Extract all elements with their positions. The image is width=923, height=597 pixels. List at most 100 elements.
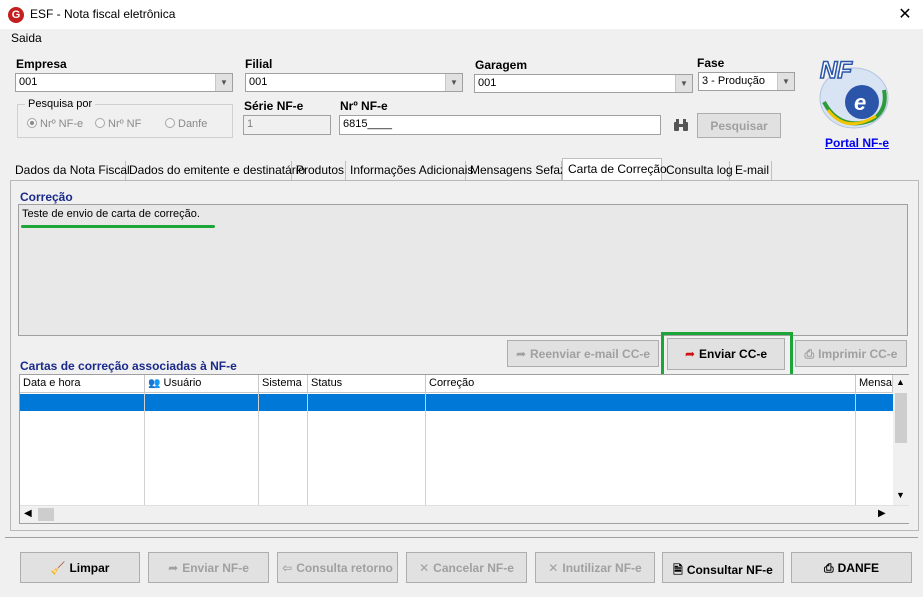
filial-value: 001 bbox=[249, 76, 268, 88]
scroll-right-icon[interactable]: ▶ bbox=[878, 508, 886, 519]
app-icon: G bbox=[8, 7, 24, 23]
column-divider bbox=[144, 393, 145, 505]
menu-bar: Saida bbox=[0, 30, 923, 48]
scroll-left-icon[interactable]: ◀ bbox=[24, 508, 32, 519]
enviar-highlight bbox=[661, 332, 793, 377]
printer-icon: ⎙ bbox=[824, 561, 834, 575]
empresa-select[interactable]: 001 ▼ bbox=[15, 73, 233, 92]
column-divider bbox=[307, 393, 308, 505]
column-divider bbox=[258, 393, 259, 505]
svg-text:e: e bbox=[854, 90, 866, 115]
tab-email[interactable]: E-mail bbox=[730, 161, 772, 180]
garagem-value: 001 bbox=[478, 77, 497, 89]
chevron-down-icon[interactable]: ▼ bbox=[675, 75, 692, 92]
radio-nf[interactable]: Nrº NF bbox=[95, 118, 141, 130]
pesquisar-button[interactable]: Pesquisar bbox=[697, 113, 781, 138]
enviar-nfe-button[interactable]: ➦ Enviar NF-e bbox=[148, 552, 269, 583]
danfe-button[interactable]: ⎙ DANFE bbox=[791, 552, 912, 583]
footer-separator bbox=[5, 537, 918, 538]
tab-produtos[interactable]: Produtos bbox=[292, 161, 346, 180]
fase-select[interactable]: 3 - Produção ▼ bbox=[698, 72, 795, 91]
tab-mensagens-sefaz[interactable]: Mensagens Sefaz bbox=[466, 161, 566, 180]
column-divider bbox=[855, 393, 856, 505]
scroll-thumb[interactable] bbox=[895, 393, 907, 443]
tab-consulta-log[interactable]: Consulta log bbox=[662, 161, 733, 180]
nr-nfe-label: Nrº NF-e bbox=[340, 99, 388, 113]
fase-label: Fase bbox=[697, 56, 725, 70]
chevron-down-icon[interactable]: ▼ bbox=[445, 74, 462, 91]
window-title: ESF - Nota fiscal eletrônica bbox=[30, 7, 176, 21]
radio-danfe-label: Danfe bbox=[178, 118, 208, 130]
danfe-label: DANFE bbox=[837, 561, 879, 575]
correcao-text: Teste de envio de carta de correção. bbox=[22, 208, 200, 220]
column-header[interactable]: Status bbox=[308, 375, 426, 393]
binoculars-icon[interactable] bbox=[670, 116, 692, 134]
tab-strip: Dados da Nota Fiscal Dados do emitente e… bbox=[10, 158, 915, 180]
tab-carta-correcao[interactable]: Carta de Correção bbox=[562, 158, 667, 180]
printer-icon: ⎙ bbox=[804, 347, 815, 361]
limpar-label: Limpar bbox=[69, 561, 110, 575]
radio-checked-icon bbox=[27, 118, 37, 128]
close-icon: ✕ bbox=[898, 6, 912, 23]
close-button[interactable]: ✕ bbox=[893, 4, 917, 26]
nr-nfe-field[interactable]: 6815____ bbox=[339, 115, 661, 135]
reenviar-email-cce-button[interactable]: ➦ Reenviar e-mail CC-e bbox=[507, 340, 659, 367]
imprimir-cce-button[interactable]: ⎙ Imprimir CC-e bbox=[795, 340, 907, 367]
serie-field[interactable]: 1 bbox=[243, 115, 331, 135]
cancelar-nfe-label: Cancelar NF-e bbox=[433, 561, 514, 575]
filial-label: Filial bbox=[245, 57, 273, 71]
radio-danfe[interactable]: Danfe bbox=[165, 118, 207, 130]
radio-icon bbox=[95, 118, 105, 128]
pesquisa-legend: Pesquisa por bbox=[25, 98, 96, 110]
consultar-nfe-button[interactable]: 🗎 Consultar NF-e bbox=[662, 552, 784, 583]
enviar-nfe-label: Enviar NF-e bbox=[182, 561, 249, 575]
horizontal-scrollbar[interactable]: ◀ ▶ bbox=[20, 505, 909, 523]
garagem-label: Garagem bbox=[475, 58, 528, 72]
send-icon: ➦ bbox=[168, 561, 179, 575]
consulta-retorno-button[interactable]: ⇦ Consulta retorno bbox=[277, 552, 398, 583]
correcao-textarea[interactable]: Teste de envio de carta de correção. bbox=[18, 204, 908, 336]
eraser-icon: 🧹 bbox=[50, 561, 66, 575]
title-bar: G ESF - Nota fiscal eletrônica ✕ bbox=[0, 0, 923, 30]
portal-nfe-link[interactable]: Portal NF-e bbox=[825, 136, 889, 150]
radio-nfe-label: Nrº NF-e bbox=[40, 118, 84, 130]
radio-icon bbox=[165, 118, 175, 128]
scroll-up-icon[interactable]: ▲ bbox=[896, 377, 905, 387]
logo-text: NF bbox=[820, 57, 853, 84]
grid-title: Cartas de correção associadas à NF-e bbox=[20, 359, 237, 373]
cancelar-nfe-button[interactable]: ✕ Cancelar NF-e bbox=[406, 552, 527, 583]
limpar-button[interactable]: 🧹 Limpar bbox=[20, 552, 140, 583]
scroll-down-icon[interactable]: ▼ bbox=[896, 490, 905, 500]
radio-nfe[interactable]: Nrº NF-e bbox=[27, 118, 83, 130]
serie-value: 1 bbox=[247, 118, 254, 130]
tab-informacoes-adicionais[interactable]: Informações Adicionais bbox=[346, 161, 473, 180]
cancel-icon: ✕ bbox=[419, 561, 430, 575]
column-header[interactable]: Sistema bbox=[259, 375, 308, 393]
radio-nf-label: Nrº NF bbox=[108, 118, 142, 130]
column-header[interactable]: Mensa bbox=[856, 375, 893, 393]
chevron-down-icon[interactable]: ▼ bbox=[777, 73, 794, 90]
nfe-logo[interactable]: e NF bbox=[810, 50, 898, 134]
column-header[interactable]: Data e hora bbox=[20, 375, 145, 393]
consultar-nfe-label: Consultar NF-e bbox=[686, 563, 773, 577]
chevron-down-icon[interactable]: ▼ bbox=[215, 74, 232, 91]
cancel-icon: ✕ bbox=[548, 561, 559, 575]
scroll-thumb[interactable] bbox=[38, 508, 54, 521]
nfe-logo-graphic: e NF bbox=[819, 56, 889, 129]
tab-dados-nota-fiscal[interactable]: Dados da Nota Fiscal bbox=[12, 161, 130, 180]
tab-emitente-destinatario[interactable]: Dados do emitente e destinatário bbox=[126, 161, 305, 180]
inutilizar-nfe-label: Inutilizar NF-e bbox=[562, 561, 642, 575]
usuario-header: Usuário bbox=[163, 377, 202, 389]
inutilizar-nfe-button[interactable]: ✕ Inutilizar NF-e bbox=[535, 552, 655, 583]
column-header[interactable]: 👥 Usuário bbox=[145, 375, 259, 393]
cartas-grid[interactable]: Data e hora 👥 Usuário Sistema Status Cor… bbox=[19, 374, 909, 524]
empresa-value: 001 bbox=[19, 76, 38, 88]
garagem-select[interactable]: 001 ▼ bbox=[474, 74, 693, 93]
filial-select[interactable]: 001 ▼ bbox=[245, 73, 463, 92]
column-header[interactable]: Correção bbox=[426, 375, 856, 393]
menu-saida[interactable]: Saida bbox=[11, 31, 42, 45]
empresa-label: Empresa bbox=[16, 57, 67, 71]
serie-label: Série NF-e bbox=[244, 99, 304, 113]
reenviar-label: Reenviar e-mail CC-e bbox=[530, 347, 651, 361]
table-row[interactable] bbox=[20, 394, 893, 411]
